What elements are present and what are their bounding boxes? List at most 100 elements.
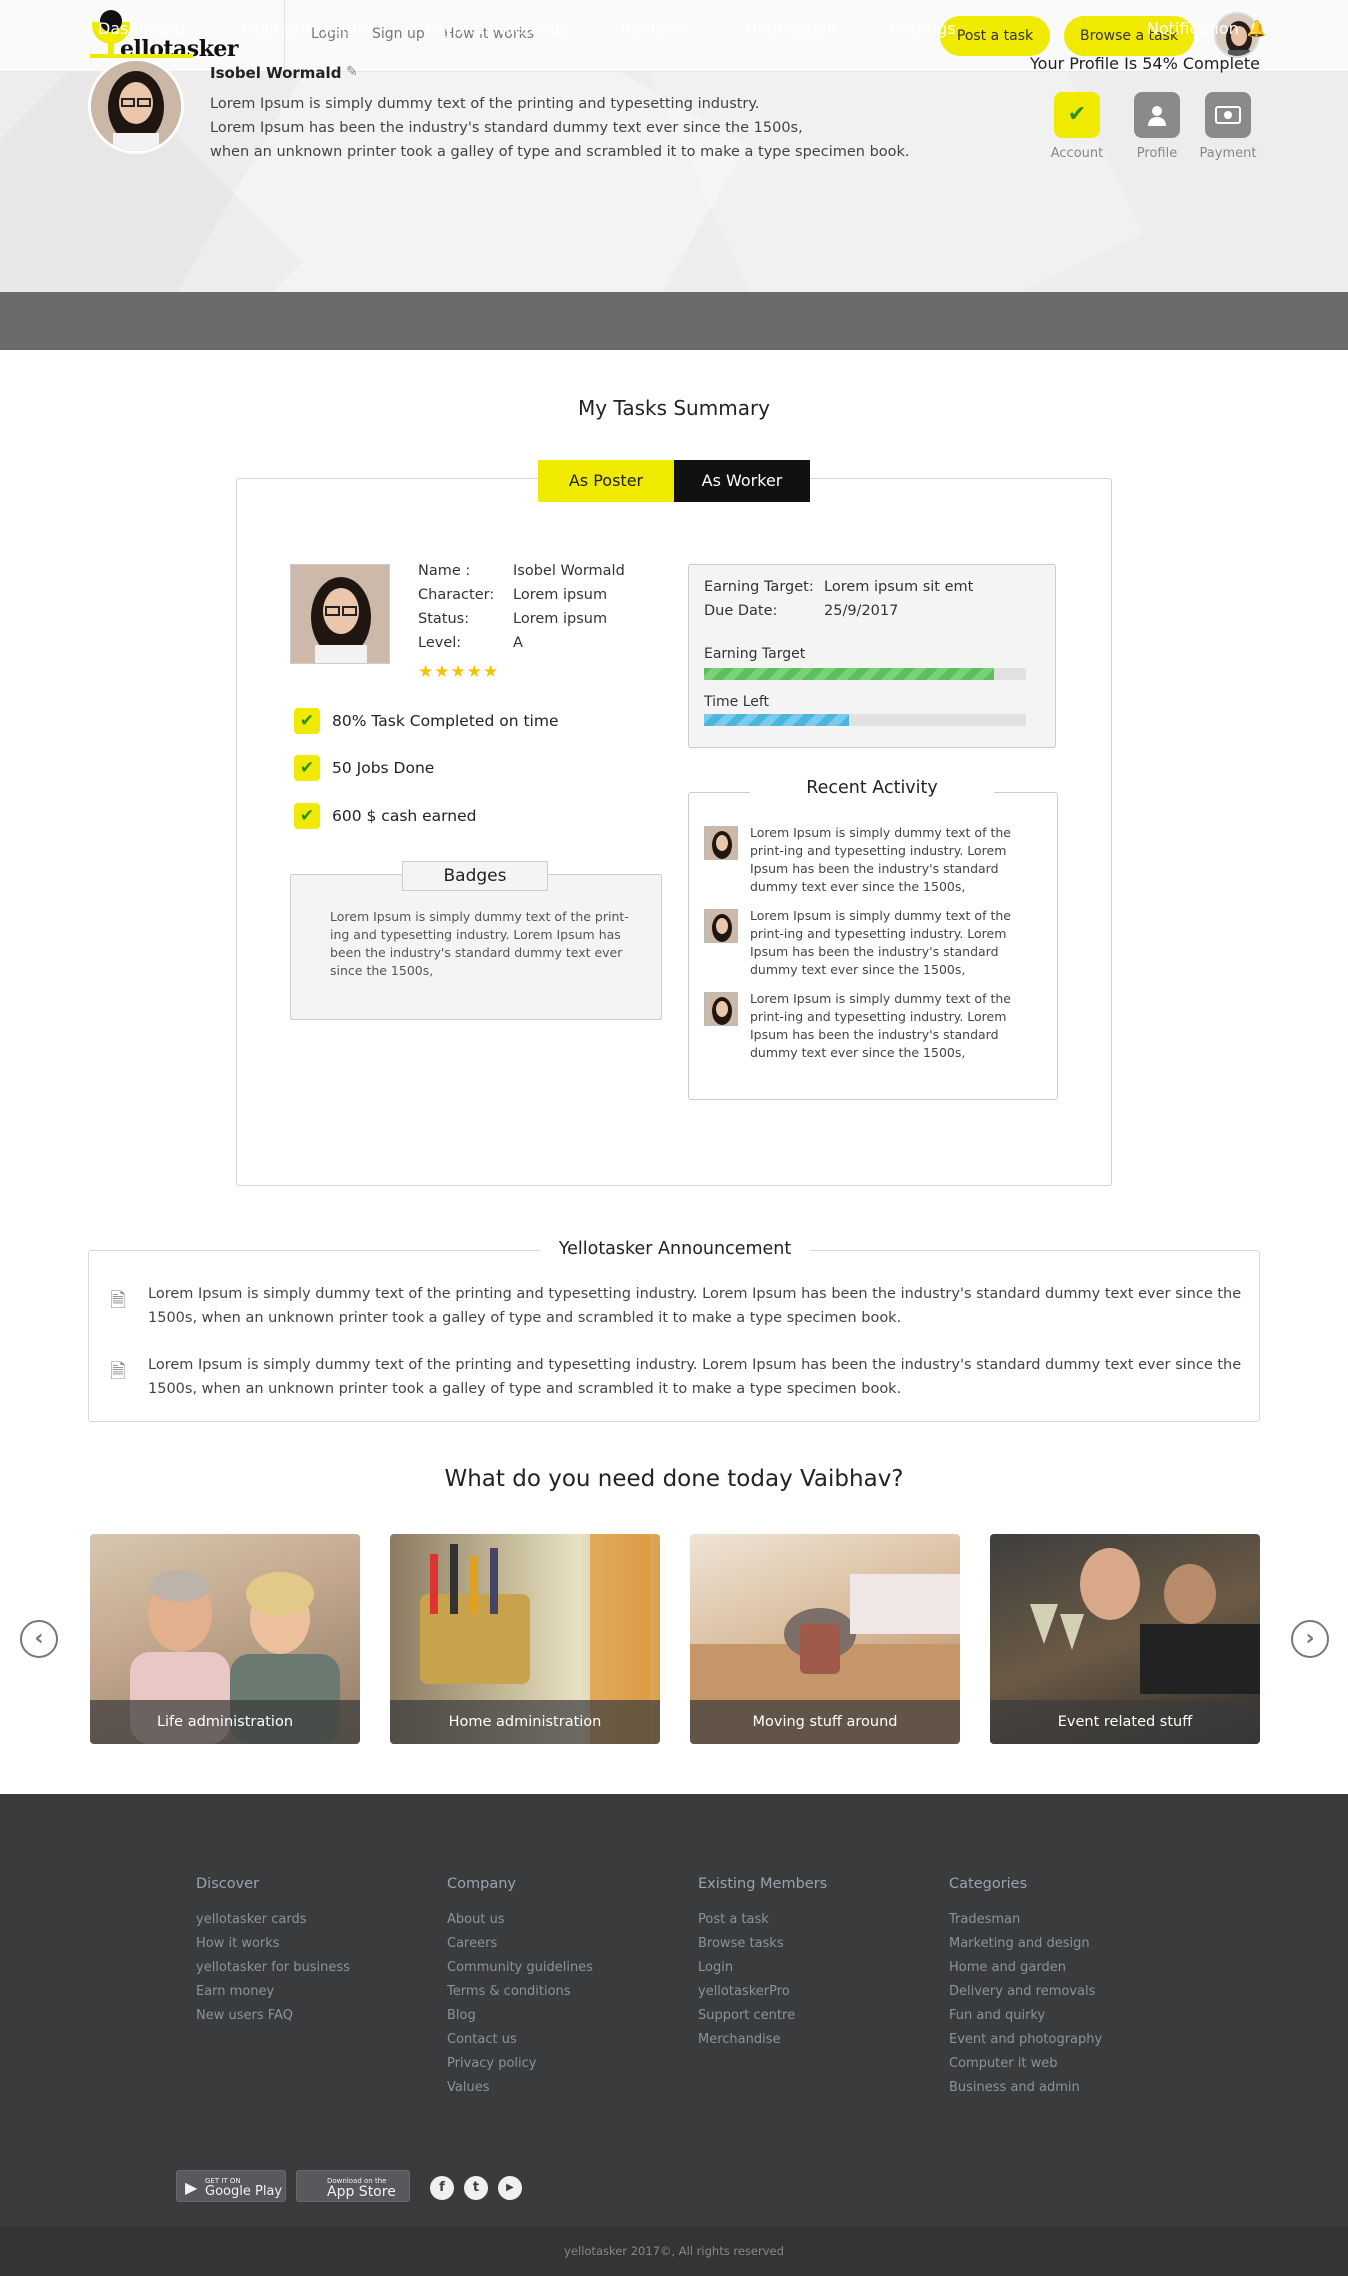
profile-photo [88,58,184,154]
earning-progress-fill [704,668,994,680]
step-payment[interactable]: Payment [1193,92,1263,161]
footer-link[interactable]: Browse tasks [698,1936,784,1951]
facebook-icon[interactable]: f [430,2176,454,2200]
tab-reviews[interactable]: Reviews [621,0,686,58]
character-value: Lorem ipsum [513,587,608,603]
card-caption: Event related stuff [990,1700,1260,1744]
footer-link[interactable]: Privacy policy [447,2056,536,2071]
worker-portrait-icon [291,565,389,663]
time-progress-bar [704,714,1026,726]
card-caption: Life administration [90,1700,360,1744]
google-play-big: Google Play [205,2184,283,2199]
toggle-as-poster[interactable]: As Poster [538,460,674,502]
notification-menu[interactable]: Notification 🔔 [1147,0,1267,58]
footer-link[interactable]: Merchandise [698,2032,781,2047]
document-icon: 🗎 [110,1288,127,1312]
announcement-item: Lorem Ipsum is simply dummy text of the … [148,1286,1242,1326]
tab-payment-methods[interactable]: Payment Methods [425,0,568,58]
footer-link[interactable]: Login [698,1960,733,1975]
app-store-button[interactable]: Download on the App Store [296,2170,410,2202]
category-card-home-admin[interactable]: Home administration [390,1534,660,1744]
activity-text: Lorem Ipsum is simply dummy text of the … [750,825,1011,894]
footer-link[interactable]: Blog [447,2008,476,2023]
rating-stars: ★★★★★ [418,662,500,682]
tab-notification[interactable]: Notification [745,0,837,58]
footer-link[interactable]: Tradesman [949,1912,1020,1927]
announcement-title: Yellotasker Announcement [540,1239,810,1259]
level-label: Level: [418,635,462,651]
twitter-icon[interactable]: t [464,2176,488,2200]
footer-heading: Company [447,1876,516,1892]
time-progress-fill [704,714,849,726]
name-label: Name : [418,563,471,579]
tasks-summary-title: My Tasks Summary [577,396,771,420]
footer-link[interactable]: Careers [447,1936,497,1951]
category-card-moving[interactable]: Moving stuff around [690,1534,960,1744]
tab-dashboard[interactable]: Dashboard [90,0,193,58]
tab-settings[interactable]: Settings [890,0,956,58]
footer-link[interactable]: Values [447,2080,489,2095]
stat-jobs-done: 50 Jobs Done [332,759,435,777]
footer-heading: Discover [196,1876,260,1892]
footer-link[interactable]: New users FAQ [196,2008,293,2023]
due-date-label: Due Date: [704,603,778,619]
document-icon: 🗎 [110,1359,127,1383]
step-profile[interactable]: Profile [1122,92,1192,161]
carousel-prev-icon[interactable]: ‹ [20,1620,58,1658]
footer-link[interactable]: Terms & conditions [447,1984,571,1999]
copyright: yellotasker 2017©, All rights reserved [0,2226,1348,2276]
footer-link[interactable]: Home and garden [949,1960,1066,1975]
footer-link[interactable]: Event and photography [949,2032,1102,2047]
card-caption: Home administration [390,1700,660,1744]
post-task-button[interactable]: Post a task [940,16,1050,56]
footer-link[interactable]: Fun and quirky [949,2008,1045,2023]
edit-icon[interactable]: ✎ [346,64,364,80]
announcement-item: Lorem Ipsum is simply dummy text of the … [148,1357,1242,1397]
notification-label: Notification [1147,19,1239,38]
step-label: Payment [1199,146,1257,161]
earning-bar-label: Earning Target [704,646,806,662]
nav-signup[interactable]: Sign up [372,26,425,42]
activity-portrait-icon [705,993,737,1025]
footer-link[interactable]: Community guidelines [447,1960,593,1975]
footer-link[interactable]: About us [447,1912,505,1927]
footer-link[interactable]: Contact us [447,2032,517,2047]
check-icon: ✔ [294,755,320,781]
footer-link[interactable]: yellotaskerPro [698,1984,790,1999]
footer-link[interactable]: Earn money [196,1984,274,1999]
step-account[interactable]: ✔ Account [1042,92,1112,161]
footer-link[interactable]: yellotasker for business [196,1960,350,1975]
app-store-big: App Store [327,2184,396,2200]
footer-link[interactable]: How it works [196,1936,280,1951]
step-label: Account [1050,146,1104,161]
recent-activity-title: Recent Activity [750,778,994,798]
tab-payment-history[interactable]: Payment History [241,0,373,58]
footer-link[interactable]: Marketing and design [949,1936,1090,1951]
google-play-button[interactable]: ▶ GET IT ON Google Play [176,2170,286,2202]
footer-link[interactable]: Post a task [698,1912,769,1927]
youtube-icon[interactable]: ▶ [498,2176,522,2200]
earning-target-label: Earning Target: [704,579,814,595]
play-icon: ▶ [185,2178,198,2197]
category-card-event[interactable]: Event related stuff [990,1534,1260,1744]
profile-desc-line: Lorem Ipsum is simply dummy text of the … [210,96,760,112]
activity-text: Lorem Ipsum is simply dummy text of the … [750,991,1011,1060]
carousel-next-icon[interactable]: › [1291,1620,1329,1658]
bell-icon: 🔔 [1246,19,1267,38]
earning-progress-bar [704,668,1026,680]
footer-link[interactable]: Business and admin [949,2080,1080,2095]
character-label: Character: [418,587,495,603]
footer-link[interactable]: Support centre [698,2008,795,2023]
toggle-as-worker[interactable]: As Worker [674,460,810,502]
activity-portrait-icon [705,827,737,859]
status-value: Lorem ipsum [513,611,608,627]
dashboard-tabbar [0,292,1348,350]
footer-link[interactable]: Computer it web [949,2056,1057,2071]
activity-portrait-icon [705,910,737,942]
footer-link[interactable]: Delivery and removals [949,1984,1095,1999]
profile-portrait-icon [91,61,181,151]
footer-link[interactable]: yellotasker cards [196,1912,307,1927]
category-card-life-admin[interactable]: Life administration [90,1534,360,1744]
stat-task-completed: 80% Task Completed on time [332,712,559,730]
profile-name: Isobel Wormald [210,64,342,82]
